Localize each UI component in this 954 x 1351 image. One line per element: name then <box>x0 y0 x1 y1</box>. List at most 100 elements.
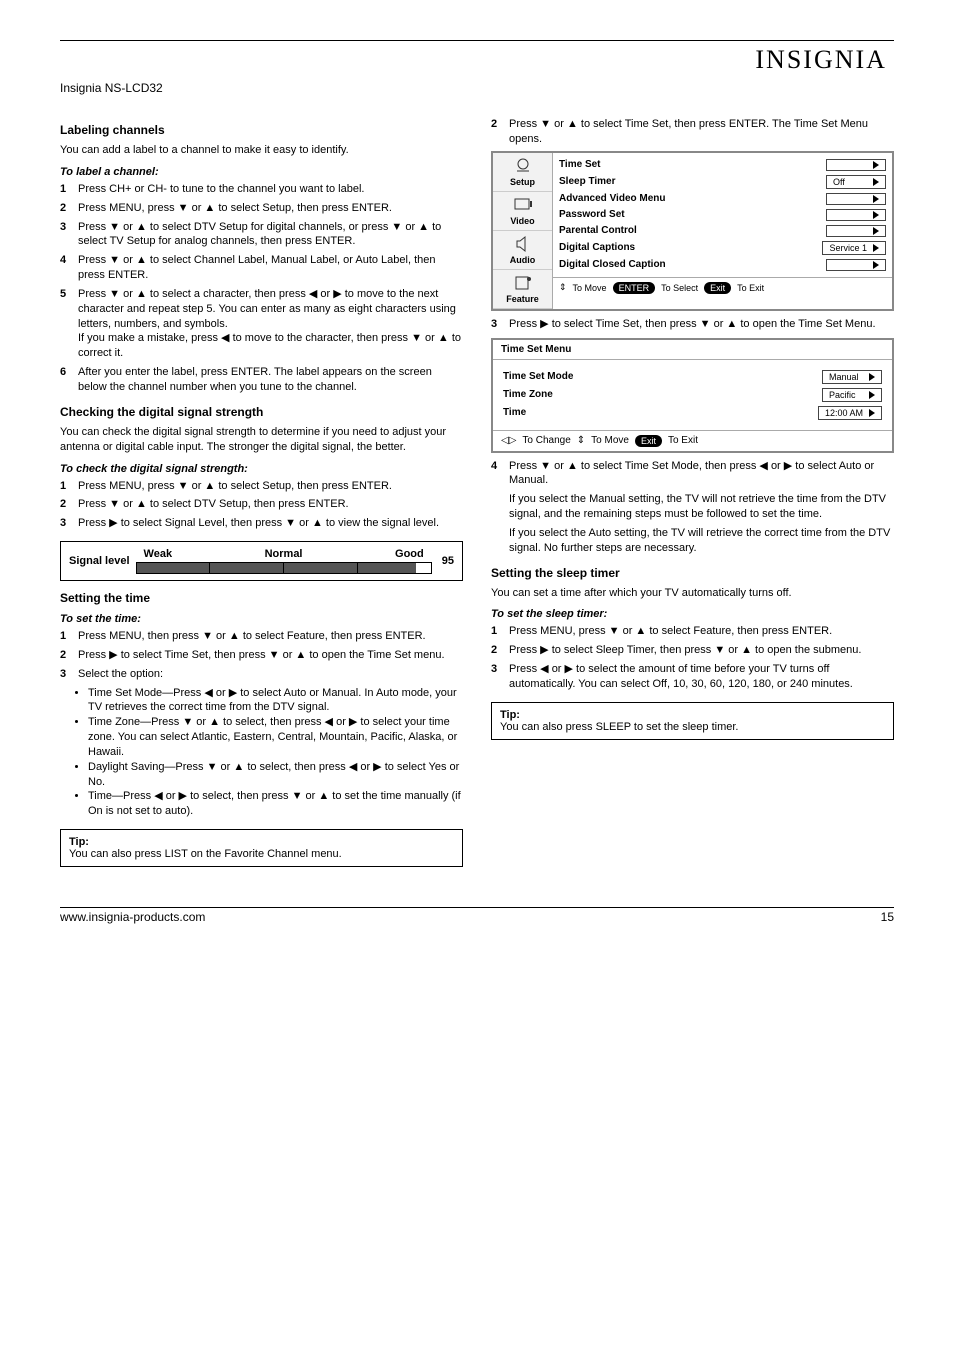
step-num: 1 <box>60 479 78 494</box>
time-set-menu-title: Time Set Menu <box>493 340 892 360</box>
step-text: Press ▼ or ▲ to select DTV Setup for dig… <box>78 220 463 250</box>
chevron-right-icon <box>869 409 875 417</box>
step-text: Press ▶ to select Time Set, then press ▼… <box>78 648 463 663</box>
tip-label: Tip: <box>69 836 89 848</box>
step-num: 3 <box>60 220 78 250</box>
feature-menu-screenshot: Setup Video Audio Feature <box>491 151 894 311</box>
step-num: 2 <box>491 643 509 658</box>
setup-icon <box>511 157 535 175</box>
step-num: 4 <box>491 459 509 489</box>
time-bullet: Time Set Mode—Press ◀ or ▶ to select Aut… <box>88 686 463 716</box>
time-bullet: Time Zone—Press ▼ or ▲ to select, then p… <box>88 715 463 760</box>
chevron-right-icon <box>873 211 879 219</box>
step-num: 3 <box>491 317 509 332</box>
ts-row-zone[interactable]: Time Zone Pacific <box>503 386 882 404</box>
scale-good: Good <box>395 548 424 560</box>
tab-video[interactable]: Video <box>493 192 552 231</box>
signal-meter-box: Signal level Weak Normal Good <box>60 541 463 581</box>
step-num: 1 <box>491 624 509 639</box>
menu-footer: ⇕ To Move ENTER To Select Exit To Exit <box>553 278 892 298</box>
chevron-right-icon <box>873 261 879 269</box>
step-text: Press MENU, press ▼ or ▲ to select Featu… <box>509 624 894 639</box>
chevron-right-icon <box>873 195 879 203</box>
step-text: Press ▼ or ▲ to select a character, then… <box>78 287 463 361</box>
tab-setup[interactable]: Setup <box>493 153 552 192</box>
step-text: Press ▶ to select Time Set, then press ▼… <box>509 317 894 332</box>
heading-signal: Checking the digital signal strength <box>60 405 463 419</box>
step-num: 4 <box>60 253 78 283</box>
to-sleep-heading: To set the sleep timer: <box>491 608 894 620</box>
step-num: 2 <box>491 117 509 147</box>
ts-row-time[interactable]: Time 12:00 AM <box>503 404 882 422</box>
chevron-right-icon <box>873 178 879 186</box>
step-num: 5 <box>60 287 78 361</box>
tab-audio[interactable]: Audio <box>493 231 552 270</box>
tip-text: You can also press SLEEP to set the slee… <box>500 721 885 733</box>
ts-footer: ◁▷To Change ⇕To Move Exit To Exit <box>493 430 892 451</box>
step-text: Press ▶ to select Sleep Timer, then pres… <box>509 643 894 658</box>
ts-row-mode[interactable]: Time Set Mode Manual <box>503 368 882 386</box>
intro-signal: You can check the digital signal strengt… <box>60 425 463 455</box>
model-line: Insignia NS-LCD32 <box>60 81 894 95</box>
footer-url: www.insignia-products.com <box>60 910 205 924</box>
auto-note: If you select the Auto setting, the TV w… <box>509 526 894 556</box>
right-column: 2Press ▼ or ▲ to select Time Set, then p… <box>491 113 894 867</box>
menu-row-password-set[interactable]: Password Set <box>559 207 886 223</box>
updown-icon: ⇕ <box>577 435 585 446</box>
step-text: Press MENU, press ▼ or ▲ to select Setup… <box>78 201 463 216</box>
step-num: 2 <box>60 497 78 512</box>
step-text: Press MENU, press ▼ or ▲ to select Setup… <box>78 479 463 494</box>
exit-pill: Exit <box>635 435 662 447</box>
step-text: Press ◀ or ▶ to select the amount of tim… <box>509 662 894 692</box>
chevron-right-icon <box>869 373 875 381</box>
signal-label: Signal level <box>69 555 130 567</box>
tip-box-right: Tip: You can also press SLEEP to set the… <box>491 702 894 740</box>
step-text: Press MENU, then press ▼ or ▲ to select … <box>78 629 463 644</box>
heading-sleep: Setting the sleep timer <box>491 566 894 580</box>
menu-row-digital-captions[interactable]: Digital Captions Service 1 <box>559 239 886 257</box>
menu-row-parental-control[interactable]: Parental Control <box>559 223 886 239</box>
scale-normal: Normal <box>265 548 303 560</box>
time-bullet: Time—Press ◀ or ▶ to select, then press … <box>88 789 463 819</box>
signal-meter-bar <box>136 562 432 574</box>
menu-row-time-set[interactable]: Time Set <box>559 157 886 173</box>
step-text: Press CH+ or CH- to tune to the channel … <box>78 182 463 197</box>
to-time-heading: To set the time: <box>60 613 463 625</box>
left-column: Labeling channels You can add a label to… <box>60 113 463 867</box>
scale-weak: Weak <box>144 548 173 560</box>
signal-value: 95 <box>442 555 454 567</box>
tip-text: You can also press LIST on the Favorite … <box>69 848 454 860</box>
updown-icon: ⇕ <box>559 282 567 293</box>
chevron-right-icon <box>873 161 879 169</box>
step-num: 3 <box>60 516 78 531</box>
tip-label: Tip: <box>500 709 520 721</box>
page-number: 15 <box>881 910 894 924</box>
to-label-heading: To label a channel: <box>60 166 463 178</box>
tip-box-left: Tip: You can also press LIST on the Favo… <box>60 829 463 867</box>
leftright-icon: ◁▷ <box>501 435 516 446</box>
step-num: 6 <box>60 365 78 395</box>
step-text: Press ▶ to select Signal Level, then pre… <box>78 516 463 531</box>
chevron-right-icon <box>873 227 879 235</box>
step-num: 3 <box>491 662 509 692</box>
video-icon <box>511 196 535 214</box>
menu-row-advanced-video[interactable]: Advanced Video Menu <box>559 191 886 207</box>
exit-pill: Exit <box>704 282 731 294</box>
to-signal-heading: To check the digital signal strength: <box>60 463 463 475</box>
step-num: 1 <box>60 629 78 644</box>
step-text: After you enter the label, press ENTER. … <box>78 365 463 395</box>
step-text: Press ▼ or ▲ to select Time Set, then pr… <box>509 117 894 147</box>
menu-tabs: Setup Video Audio Feature <box>493 153 553 309</box>
menu-row-sleep-timer[interactable]: Sleep Timer Off <box>559 173 886 191</box>
brand-logo: INSIGNIA <box>755 45 894 75</box>
intro-labeling: You can add a label to a channel to make… <box>60 143 463 158</box>
step-num: 3 <box>60 667 78 682</box>
step-text: Press ▼ or ▲ to select DTV Setup, then p… <box>78 497 463 512</box>
step-num: 1 <box>60 182 78 197</box>
menu-row-digital-cc[interactable]: Digital Closed Caption <box>559 257 886 273</box>
feature-icon <box>511 274 535 292</box>
step-text: Press ▼ or ▲ to select Time Set Mode, th… <box>509 459 894 489</box>
tab-feature[interactable]: Feature <box>493 270 552 309</box>
enter-pill: ENTER <box>613 282 656 294</box>
manual-note: If you select the Manual setting, the TV… <box>509 492 894 522</box>
